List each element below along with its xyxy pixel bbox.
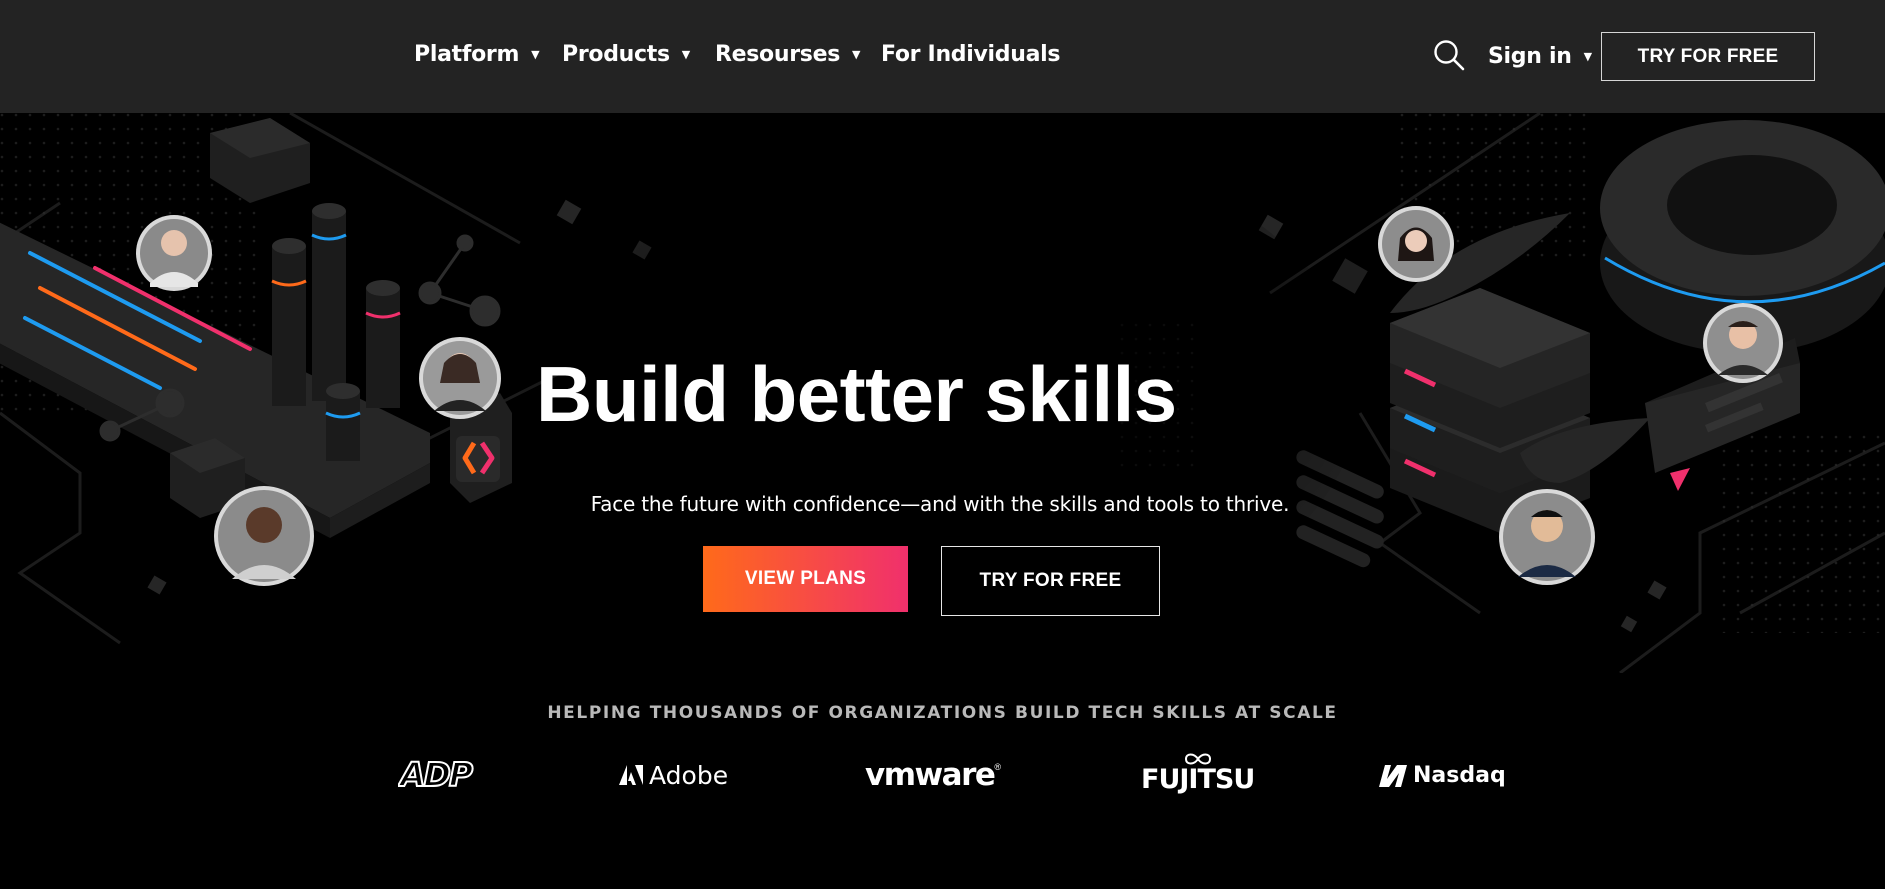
svg-text:ADP: ADP [398, 755, 473, 794]
view-plans-button[interactable]: VIEW PLANS [703, 546, 908, 612]
hero-subheading: Face the future with confidence—and with… [590, 492, 1290, 516]
caret-down-icon: ▼ [681, 47, 690, 61]
try-for-free-nav-button[interactable]: TRY FOR FREE [1601, 32, 1815, 81]
caret-down-icon: ▼ [852, 47, 861, 61]
try-for-free-hero-button[interactable]: TRY FOR FREE [941, 546, 1160, 616]
nasdaq-logo: Nasdaq [1377, 750, 1506, 800]
nav-item-platform[interactable]: Platform ▼ [414, 38, 540, 70]
vmware-logo: vmware ® [865, 757, 1002, 793]
nav-item-label: For Individuals [881, 41, 1061, 67]
nav-item-label: Resourses [715, 41, 840, 67]
nav-item-label: Products [562, 41, 670, 67]
trust-heading: HELPING THOUSANDS OF ORGANIZATIONS BUILD… [547, 703, 1338, 723]
adobe-icon [619, 765, 643, 785]
adp-logo: ADP [398, 750, 476, 800]
hero-headline: Build better skills [536, 350, 1177, 438]
nav-item-resources[interactable]: Resourses ▼ [715, 38, 860, 70]
top-navigation: Platform ▼ Products ▼ Resourses ▼ For In… [0, 0, 1885, 113]
sign-in-menu[interactable]: Sign in ▼ [1488, 40, 1592, 72]
nav-item-products[interactable]: Products ▼ [562, 38, 690, 70]
nav-item-label: Platform [414, 41, 520, 67]
fujitsu-logo: FUJITSU [1141, 752, 1255, 802]
search-icon[interactable] [1432, 38, 1466, 72]
nasdaq-icon [1379, 765, 1407, 787]
caret-down-icon: ▼ [1583, 49, 1592, 63]
sign-in-label: Sign in [1488, 43, 1572, 69]
caret-down-icon: ▼ [531, 47, 540, 61]
adobe-logo: Adobe [619, 750, 728, 800]
nav-item-for-individuals[interactable]: For Individuals [881, 38, 1060, 70]
hero-section: Build better skills Face the future with… [0, 113, 1885, 673]
